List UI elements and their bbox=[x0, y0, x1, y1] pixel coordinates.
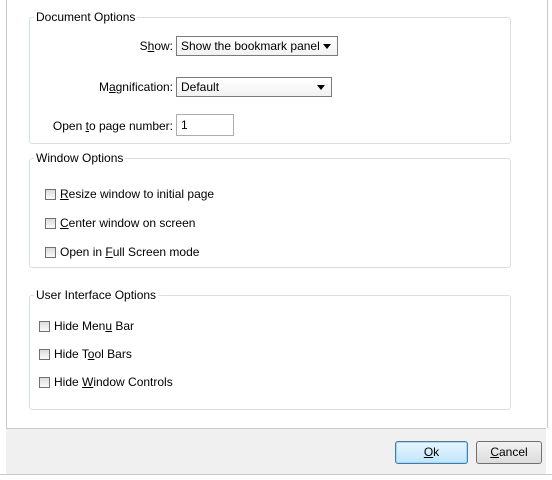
full-screen-checkbox[interactable]: Open in Full Screen mode bbox=[45, 245, 199, 261]
cancel-button[interactable]: Cancel bbox=[476, 441, 542, 464]
magnification-dropdown[interactable]: Default bbox=[176, 77, 332, 97]
show-dropdown[interactable]: Show the bookmark panel bbox=[176, 36, 338, 56]
checkbox-box[interactable] bbox=[39, 377, 50, 388]
magnification-dropdown-value: Default bbox=[181, 80, 220, 94]
dialog-bottom-border bbox=[0, 474, 552, 475]
hide-menu-bar-checkbox[interactable]: Hide Menu Bar bbox=[39, 319, 134, 335]
page-number-label: Open to page number: bbox=[52, 119, 173, 133]
chevron-down-icon bbox=[323, 44, 331, 49]
dialog-content: Document Options Show: Show the bookmark… bbox=[6, 0, 548, 428]
show-dropdown-value: Show the bookmark panel bbox=[181, 39, 320, 53]
magnification-label: Magnification: bbox=[98, 80, 173, 94]
checkbox-box[interactable] bbox=[45, 247, 56, 258]
chevron-down-icon bbox=[317, 85, 325, 90]
checkbox-box[interactable] bbox=[39, 321, 50, 332]
checkbox-box[interactable] bbox=[39, 349, 50, 360]
page-number-input[interactable]: 1 bbox=[176, 114, 234, 136]
checkbox-box[interactable] bbox=[45, 218, 56, 229]
ok-button[interactable]: Ok bbox=[395, 441, 468, 464]
document-options-dialog: Document Options Show: Show the bookmark… bbox=[0, 0, 552, 480]
window-options-title: Window Options bbox=[36, 151, 124, 165]
show-label: Show: bbox=[139, 39, 173, 53]
hide-tool-bars-checkbox[interactable]: Hide Tool Bars bbox=[39, 347, 132, 363]
checkbox-box[interactable] bbox=[45, 189, 56, 200]
hide-window-controls-checkbox[interactable]: Hide Window Controls bbox=[39, 375, 173, 391]
dialog-footer: Ok Cancel bbox=[6, 428, 546, 475]
center-window-checkbox[interactable]: Center window on screen bbox=[45, 216, 195, 232]
document-options-title: Document Options bbox=[36, 10, 136, 24]
resize-window-checkbox[interactable]: Resize window to initial page bbox=[45, 187, 214, 203]
ui-options-title: User Interface Options bbox=[36, 288, 157, 302]
